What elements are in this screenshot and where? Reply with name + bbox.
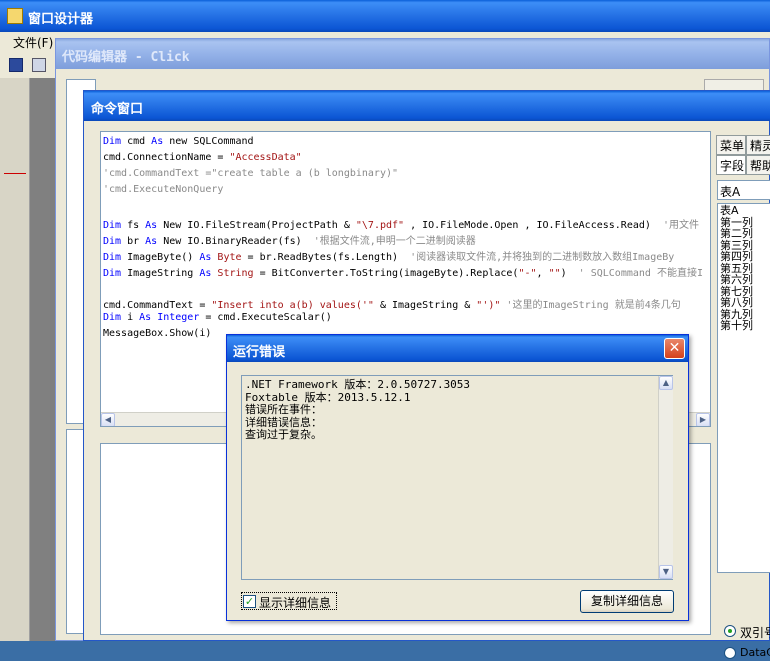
save-icon[interactable] [9, 58, 23, 72]
tab-menu[interactable]: 菜单 [716, 135, 746, 155]
code-line-8: Dim ImageString As String = BitConverter… [103, 268, 703, 279]
table-select-value: 表A [720, 185, 741, 199]
error-text: .NET Framework 版本：2.0.50727.3053 Foxtabl… [245, 378, 655, 442]
radio-quote-label: 双引号 [740, 626, 770, 639]
code-line-1: Dim cmd As new SQLCommand [103, 136, 254, 147]
copy-details-button[interactable]: 复制详细信息 [580, 590, 674, 613]
code-line-11: MessageBox.Show(i) [103, 328, 212, 339]
radio-datacol-indicator [724, 647, 736, 659]
scroll-left-button[interactable]: ◀ [101, 413, 115, 426]
code-line-5: Dim fs As New IO.FileStream(ProjectPath … [103, 220, 699, 231]
code-line-7: Dim ImageByte() As Byte = br.ReadBytes(f… [103, 252, 675, 263]
tab-fields[interactable]: 字段 [716, 155, 746, 175]
error-line: 错误所在事件： [245, 403, 322, 416]
field-item[interactable]: 表A [720, 205, 768, 217]
designer-canvas [30, 78, 55, 641]
error-details-box[interactable]: .NET Framework 版本：2.0.50727.3053 Foxtabl… [241, 375, 673, 580]
code-editor-titlebar[interactable]: 代码编辑器 - Click [56, 39, 769, 69]
show-details-label: 显示详细信息 [259, 596, 332, 610]
show-details-checkbox[interactable]: ✓ 显示详细信息 [241, 592, 337, 610]
code-line-3: 'cmd.CommandText ="create table a (b lon… [103, 168, 399, 179]
error-line: .NET Framework 版本：2.0.50727.3053 [245, 378, 471, 391]
code-line-9: cmd.CommandText = "Insert into a(b) valu… [103, 300, 681, 311]
vertical-ruler [0, 78, 30, 641]
checkbox-indicator: ✓ [243, 595, 256, 608]
table-select[interactable]: 表A [717, 180, 770, 200]
scroll-down-button[interactable]: ▼ [659, 565, 673, 579]
error-line: 查询过于复杂。 [245, 428, 322, 441]
menu-file[interactable]: 文件(F) [13, 34, 53, 51]
error-dialog: 运行错误 ✕ .NET Framework 版本：2.0.50727.3053 … [226, 334, 689, 621]
radio-datacol-label: DataCol [740, 646, 770, 659]
code-line-4: 'cmd.ExecuteNonQuery [103, 184, 224, 195]
designer-toolbar [0, 52, 60, 78]
scroll-up-button[interactable]: ▲ [659, 376, 673, 390]
tab-help[interactable]: 帮助 [746, 155, 770, 175]
designer-app-icon [7, 8, 23, 24]
code-line-2: cmd.ConnectionName = "AccessData" [103, 152, 302, 163]
code-line-6: Dim br As New IO.BinaryReader(fs) '根据文件流… [103, 236, 476, 247]
designer-title: 窗口设计器 [28, 12, 94, 27]
field-list[interactable]: 表A 第一列 第二列 第三列 第四列 第五列 第六列 第七列 第八列 第九列 第… [717, 203, 770, 573]
radio-quote[interactable]: 双引号 [724, 623, 770, 639]
print-icon[interactable] [32, 58, 46, 72]
tab-wizard[interactable]: 精灵 [746, 135, 770, 155]
field-item[interactable]: 第八列 [720, 297, 768, 309]
field-item[interactable]: 第十列 [720, 320, 768, 332]
command-window-title: 命令窗口 [91, 102, 144, 117]
close-icon[interactable]: ✕ [664, 338, 685, 359]
error-dialog-title: 运行错误 [233, 345, 286, 360]
error-vscrollbar[interactable]: ▲ ▼ [658, 376, 673, 579]
designer-titlebar[interactable]: 窗口设计器 [0, 0, 770, 32]
error-dialog-titlebar[interactable]: 运行错误 ✕ [227, 335, 688, 362]
right-panel: 菜单 精灵 字段 帮助 表A 表A 第一列 第二列 第三列 第四列 第五列 第六… [716, 135, 770, 659]
field-item[interactable]: 第二列 [720, 228, 768, 240]
radio-quote-indicator [724, 625, 736, 637]
field-item[interactable]: 第四列 [720, 251, 768, 263]
code-line-10: Dim i As Integer = cmd.ExecuteScalar() [103, 312, 332, 323]
scroll-right-button[interactable]: ▶ [696, 413, 710, 426]
radio-datacol[interactable]: DataCol [724, 645, 770, 661]
command-window-titlebar[interactable]: 命令窗口 [84, 91, 770, 121]
field-item[interactable]: 第六列 [720, 274, 768, 286]
code-editor-title: 代码编辑器 - Click [62, 50, 190, 65]
